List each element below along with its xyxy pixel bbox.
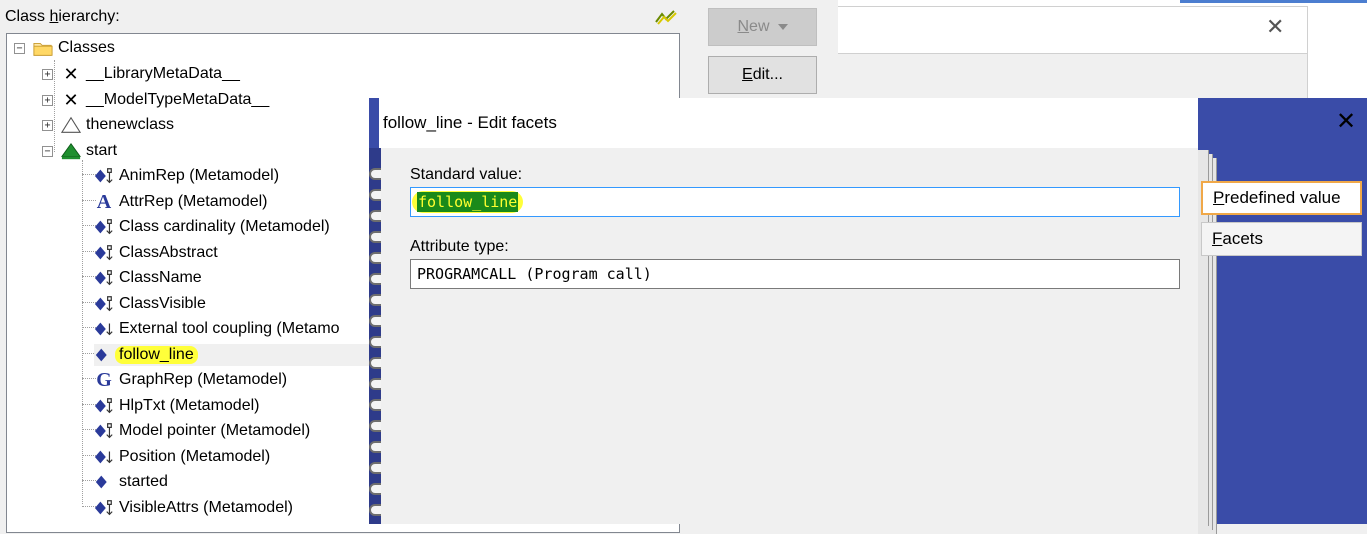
attribute-type-label: Attribute type:	[410, 238, 509, 255]
triangle-outline-icon	[61, 116, 81, 134]
diamond-gear-icon	[94, 218, 114, 236]
tree-item-label: Model pointer (Metamodel)	[119, 422, 311, 439]
collapse-icon[interactable]: −	[42, 145, 53, 157]
tab-facets[interactable]: Facets	[1201, 222, 1362, 256]
tree-item-label: VisibleAttrs (Metamodel)	[119, 499, 293, 516]
edit-facets-dialog: follow_line - Edit facets ✕ Standard val…	[369, 98, 1367, 534]
diamond-gear-icon	[94, 295, 114, 313]
tree-item-external-tool-coupling[interactable]: External tool coupling (Metamo	[94, 318, 340, 340]
tree-item-label: External tool coupling (Metamo	[119, 320, 340, 337]
tree-item-label: __ModelTypeMetaData__	[86, 91, 270, 108]
green-triangle-icon	[61, 142, 81, 160]
tree-item-label: ClassVisible	[119, 295, 206, 312]
tree-item-librarymetadata[interactable]: + ✕ __LibraryMetaData__	[42, 63, 240, 85]
background-dialog: ✕	[838, 0, 1367, 100]
tab-predefined-value[interactable]: Predefined value	[1201, 181, 1362, 215]
tree-item-label: started	[119, 473, 168, 490]
cross-icon: ✕	[63, 89, 79, 110]
letter-a-icon: A	[96, 190, 112, 213]
diamond-gear-icon	[94, 397, 114, 415]
tree-item-animrep[interactable]: AnimRep (Metamodel)	[94, 165, 279, 187]
tree-item-label: __LibraryMetaData__	[86, 65, 240, 82]
diamond-arrow-icon	[94, 320, 114, 338]
new-button[interactable]: New	[708, 8, 817, 46]
tree-item-classvisible[interactable]: ClassVisible	[94, 293, 206, 315]
tree-item-label: start	[86, 142, 118, 159]
close-icon[interactable]: ✕	[1266, 14, 1284, 40]
tree-item-attrrep[interactable]: A AttrRep (Metamodel)	[94, 191, 268, 213]
tree-item-model-pointer[interactable]: Model pointer (Metamodel)	[94, 420, 310, 442]
chevron-down-icon	[777, 24, 788, 30]
expand-icon[interactable]: +	[42, 68, 53, 80]
tree-item-classabstract[interactable]: ClassAbstract	[94, 242, 218, 264]
collapse-icon[interactable]: −	[14, 42, 25, 54]
expand-icon[interactable]: +	[42, 94, 53, 106]
standard-value-field[interactable]: follow_line	[410, 187, 1180, 217]
folder-icon	[33, 39, 53, 57]
diamond-gear-icon	[94, 167, 114, 185]
tree-item-label: ClassAbstract	[119, 244, 218, 261]
letter-g-icon: G	[96, 368, 112, 391]
cross-icon: ✕	[63, 63, 79, 84]
tree-item-started[interactable]: started	[94, 471, 168, 493]
tree-item-label: GraphRep (Metamodel)	[119, 371, 288, 388]
tree-item-label: Classes	[58, 39, 115, 56]
dialog-titlebar: follow_line - Edit facets	[379, 98, 1198, 148]
standard-value-highlight: follow_line	[412, 191, 524, 213]
tree-item-visibleattrs[interactable]: VisibleAttrs (Metamodel)	[94, 497, 293, 519]
tree-item-label: HlpTxt (Metamodel)	[119, 397, 260, 414]
tree-item-start[interactable]: − start	[42, 140, 117, 162]
tree-item-label: follow_line	[115, 346, 198, 364]
tree-item-label: AnimRep (Metamodel)	[119, 167, 280, 184]
standard-value-text: follow_line	[417, 192, 519, 212]
tree-item-label: AttrRep (Metamodel)	[119, 193, 268, 210]
diamond-arrow-icon	[94, 448, 114, 466]
window-accent-bar	[1180, 0, 1367, 3]
facets-page: Standard value: follow_line Attribute ty…	[381, 148, 1198, 524]
tree-item-label: Position (Metamodel)	[119, 448, 271, 465]
attribute-type-text: PROGRAMCALL (Program call)	[417, 265, 652, 283]
tree-item-position[interactable]: Position (Metamodel)	[94, 446, 270, 468]
diamond-icon	[94, 473, 114, 491]
dialog-title: follow_line - Edit facets	[383, 113, 557, 132]
close-icon[interactable]: ✕	[1336, 108, 1356, 136]
expand-icon[interactable]: +	[42, 119, 53, 131]
diamond-gear-icon	[94, 422, 114, 440]
tree-item-class-cardinality[interactable]: Class cardinality (Metamodel)	[94, 216, 330, 238]
tree-item-label: Class cardinality (Metamodel)	[119, 218, 330, 235]
diamond-gear-icon	[94, 244, 114, 262]
tree-item-classname[interactable]: ClassName	[94, 267, 202, 289]
diamond-gear-icon	[94, 269, 114, 287]
edit-button[interactable]: Edit...	[708, 56, 817, 94]
diamond-gear-icon	[94, 499, 114, 517]
class-hierarchy-label: Class hierarchy:	[5, 8, 120, 25]
background-dialog-titlebar	[838, 6, 1308, 54]
attribute-type-field[interactable]: PROGRAMCALL (Program call)	[410, 259, 1180, 289]
tree-item-thenewclass[interactable]: + thenewclass	[42, 114, 174, 136]
tree-item-hlptxt[interactable]: HlpTxt (Metamodel)	[94, 395, 259, 417]
refresh-icon[interactable]	[654, 8, 678, 26]
tree-item-follow-line[interactable]: follow_line	[94, 344, 384, 366]
tree-item-classes[interactable]: − Classes	[14, 37, 115, 59]
tree-item-label: thenewclass	[86, 116, 175, 133]
tree-item-modeltypemetadata[interactable]: + ✕ __ModelTypeMetaData__	[42, 89, 269, 111]
diamond-icon	[94, 346, 114, 364]
background-dialog-body	[838, 54, 1308, 100]
tree-item-label: ClassName	[119, 269, 202, 286]
tree-item-graphrep[interactable]: G GraphRep (Metamodel)	[94, 369, 287, 391]
standard-value-label: Standard value:	[410, 166, 523, 183]
